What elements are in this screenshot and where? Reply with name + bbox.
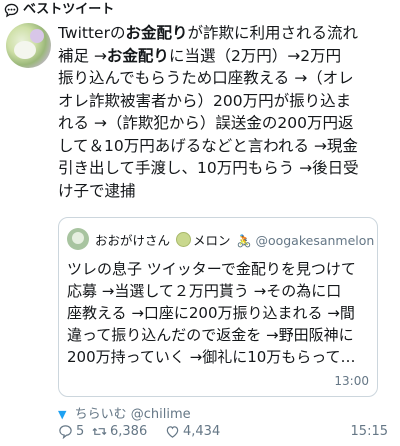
section-title: ベストツイート [23,2,115,17]
tweet-text: Twitterのお金配りが詐欺に利用される流れ 補足 →お金配りに当選（2万円）→… [58,22,394,202]
retweeter-handle: @chilime [130,407,191,422]
bicycle-icon: 🚴 [236,234,252,248]
tweet-line: 振り込んでもらうため口座教える →（オレ [58,67,394,90]
quoted-text: ツレの息子 ツイッターで金配りを見つけて 応募 →当選して２万円貰う →その為に… [67,258,372,368]
quoted-line: ツレの息子 ツイッターで金配りを見つけて [67,260,356,278]
tweet-segment: して＆10万円あげるなどと言われる →現金 [58,136,358,155]
quoted-author-handle: @oogakesanmelon [255,233,375,248]
retweet-small-icon: ▼ [58,408,67,421]
tweet-keyword: お金配り [106,46,169,65]
tweet-line: 引き出して手渡し、10万円もらう →後日受 [58,157,394,180]
like-button[interactable]: 4,434 [165,424,220,439]
reply-count: 5 [76,424,85,439]
retweet-button[interactable]: 6,386 [92,424,147,439]
tweet-stats: 5 6,386 4,434 15:15 [58,424,394,444]
tweet-keyword: お金配り [125,24,188,42]
quoted-line: 応募 →当選して２万円貰う →その為に口 [67,282,342,300]
tweet-segment: が詐欺に利用される流れ [187,24,358,42]
quoted-line: 違って振り込んだので返金を →野田阪神に [67,326,354,344]
quoted-timestamp: 13:00 [334,374,369,388]
retweet-icon [92,427,107,436]
tweet-line: Twitterのお金配りが詐欺に利用される流れ [58,22,394,45]
melon-icon [176,232,191,247]
reply-icon [59,425,72,439]
tweet-line: オレ詐欺被害者から）200万円が振り込ま [58,90,394,113]
heart-icon [166,426,179,438]
header: ベストツイート [0,0,400,20]
tweet-time: 15:15 [350,424,388,439]
retweeted-by[interactable]: ▼ ちらいむ @chilime [58,403,191,422]
tweet-segment: に当選（2万円）→2万円 [168,46,342,65]
tweet-segment: 引き出して手渡し、10万円もらう →後日受 [58,159,359,177]
tweet-line: け子で逮捕 [58,180,394,203]
quoted-emoji-text: メロン [193,233,231,248]
tweet-segment: れる →（詐欺犯から）誤送金の200万円返 [58,114,354,132]
avatar[interactable] [6,23,51,68]
speech-bubble-icon [4,3,19,18]
retweet-count: 6,386 [110,424,148,439]
quoted-line: 座教える →口座に200万振り込まれる →間 [67,304,355,322]
reply-button[interactable]: 5 [58,424,84,439]
tweet-line: 補足 →お金配りに当選（2万円）→2万円 [58,45,394,68]
like-count: 4,434 [183,424,221,439]
quoted-tweet[interactable]: おおがけさん メロン 🚴 @oogakesanmelon ツレの息子 ツイッターで… [58,217,378,397]
tweet-segment: 補足 → [58,46,107,65]
retweeter-name: ちらいむ [74,407,127,422]
quoted-avatar[interactable] [67,228,89,250]
tweet-segment: オレ詐欺被害者から）200万円が振り込ま [58,91,352,110]
tweet-line: して＆10万円あげるなどと言われる →現金 [58,135,394,158]
quoted-line: 200万持っていく →御礼に10万もらって… [67,348,356,366]
tweet-segment: Twitterの [58,24,126,42]
tweet-line: れる →（詐欺犯から）誤送金の200万円返 [58,112,394,135]
quoted-author: おおがけさん メロン 🚴 @oogakesanmelon [95,230,374,249]
quoted-author-name: おおがけさん [95,233,171,248]
tweet-segment: 振り込んでもらうため口座教える →（オレ [58,69,354,87]
tweet-segment: け子で逮捕 [58,181,136,200]
